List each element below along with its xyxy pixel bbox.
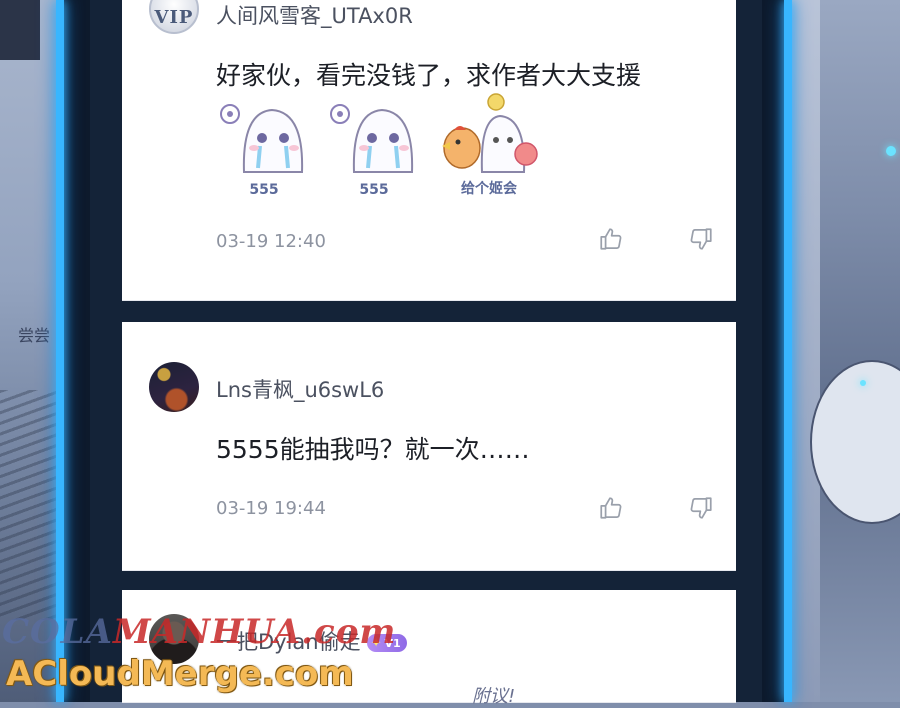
comment-username[interactable]: 人间风雪客_UTAx0R bbox=[216, 0, 413, 30]
comment-card: Lns青枫_u6swL6 5555能抽我吗？就一次…… 03-19 19:44 bbox=[122, 322, 736, 571]
sparkle-icon bbox=[860, 380, 866, 386]
watermark-part: MANHUA.com bbox=[112, 612, 397, 652]
chicken-ghost-sticker: 给个姬会 bbox=[434, 92, 544, 200]
comment-text: 5555能抽我吗？就一次…… bbox=[216, 435, 530, 464]
background-moon-shape bbox=[810, 360, 900, 524]
frame-glow-right bbox=[784, 0, 792, 702]
comment-timestamp: 03-19 19:44 bbox=[216, 498, 326, 519]
avatar[interactable] bbox=[149, 362, 199, 412]
crying-ghost-sticker: 555 bbox=[324, 92, 424, 200]
thumbs-up-icon[interactable] bbox=[598, 226, 624, 252]
sparkle-icon bbox=[886, 146, 896, 156]
thumbs-up-icon[interactable] bbox=[598, 495, 624, 521]
comment-username[interactable]: Lns青枫_u6swL6 bbox=[216, 374, 384, 404]
background-text: 尝尝 bbox=[18, 326, 51, 345]
comment-timestamp: 03-19 12:40 bbox=[216, 231, 326, 252]
thumbs-down-icon[interactable] bbox=[688, 226, 714, 252]
background-hair-lines bbox=[0, 390, 60, 620]
sticker-caption: 555 bbox=[359, 182, 389, 198]
background-shadow bbox=[0, 0, 40, 60]
background-band bbox=[790, 0, 820, 702]
vip-avatar-label: VIP bbox=[154, 7, 194, 28]
comment-card: VIP 人间风雪客_UTAx0R 好家伙，看完没钱了，求作者大大支援 555 5… bbox=[122, 0, 736, 301]
background-art-right bbox=[790, 0, 900, 702]
frame-glow-left bbox=[56, 0, 64, 702]
comment-text: 附议! bbox=[472, 686, 516, 707]
thumbs-down-icon[interactable] bbox=[688, 495, 714, 521]
comment-text: 好家伙，看完没钱了，求作者大大支援 bbox=[216, 61, 642, 90]
sticker-caption: 555 bbox=[249, 182, 279, 198]
crying-ghost-sticker: 555 bbox=[214, 92, 314, 200]
sticker-row: 555 555 给个姬会 bbox=[214, 92, 554, 200]
watermark-part: COLA bbox=[2, 612, 113, 652]
watermark-merge: ACloudMerge.com bbox=[6, 654, 354, 694]
sticker-caption: 给个姬会 bbox=[461, 181, 517, 197]
watermark-site: COLAMANHUA.com bbox=[2, 612, 396, 652]
avatar[interactable]: VIP bbox=[149, 0, 199, 34]
